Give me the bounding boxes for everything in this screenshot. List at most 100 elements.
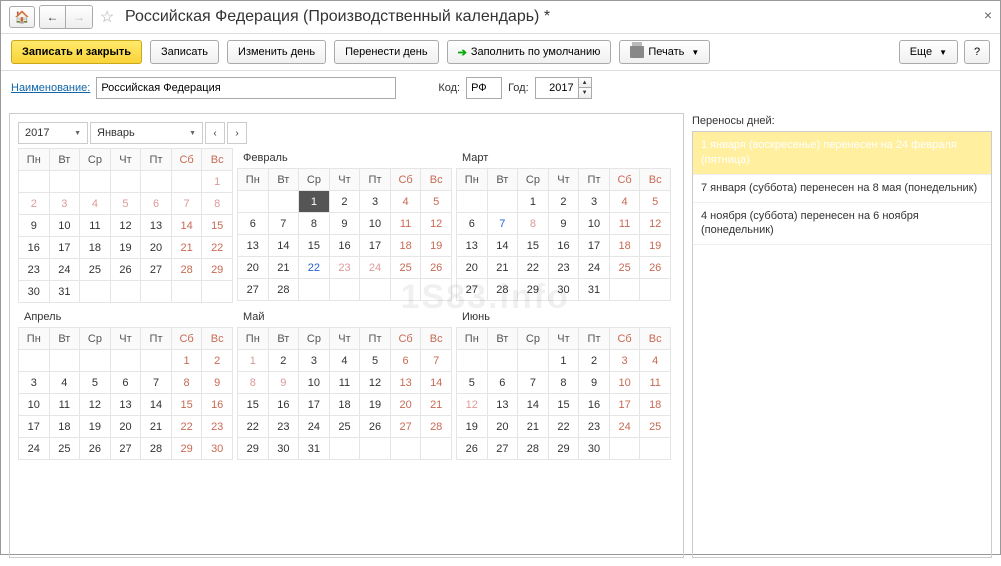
calendar-day[interactable]: 29 <box>238 438 269 460</box>
calendar-day[interactable]: 16 <box>548 235 579 257</box>
calendar-day[interactable]: 26 <box>360 416 391 438</box>
calendar-day[interactable]: 26 <box>80 438 111 460</box>
calendar-day[interactable]: 25 <box>329 416 360 438</box>
calendar-day[interactable]: 28 <box>141 438 172 460</box>
calendar-day[interactable]: 3 <box>299 350 330 372</box>
calendar-day[interactable]: 7 <box>268 213 299 235</box>
calendar-day[interactable]: 14 <box>421 372 452 394</box>
year-down-button[interactable]: ▼ <box>579 88 591 98</box>
calendar-day[interactable]: 27 <box>487 438 518 460</box>
calendar-day[interactable]: 25 <box>80 259 111 281</box>
code-field[interactable] <box>466 77 502 99</box>
calendar-day[interactable]: 1 <box>299 191 330 213</box>
calendar-day[interactable]: 4 <box>329 350 360 372</box>
calendar-day[interactable]: 4 <box>640 350 671 372</box>
calendar-day[interactable]: 6 <box>390 350 421 372</box>
calendar-day[interactable]: 5 <box>640 191 671 213</box>
transfer-item[interactable]: 1 января (воскресенье) перенесен на 24 ф… <box>693 132 991 175</box>
calendar-day[interactable]: 7 <box>518 372 549 394</box>
calendar-day[interactable]: 8 <box>548 372 579 394</box>
calendar-day[interactable]: 29 <box>171 438 202 460</box>
calendar-day[interactable]: 27 <box>110 438 141 460</box>
calendar-day[interactable]: 15 <box>238 394 269 416</box>
calendar-day[interactable]: 24 <box>19 438 50 460</box>
calendar-day[interactable]: 10 <box>49 215 80 237</box>
calendar-day[interactable]: 10 <box>19 394 50 416</box>
calendar-day[interactable]: 8 <box>518 213 549 235</box>
calendar-day[interactable]: 20 <box>457 257 488 279</box>
calendar-day[interactable]: 9 <box>19 215 50 237</box>
calendar-day[interactable]: 24 <box>579 257 610 279</box>
calendar-day[interactable]: 14 <box>518 394 549 416</box>
calendar-day[interactable]: 27 <box>141 259 172 281</box>
calendar-day[interactable]: 30 <box>548 279 579 301</box>
calendar-day[interactable]: 8 <box>238 372 269 394</box>
save-button[interactable]: Записать <box>150 40 219 64</box>
calendar-day[interactable]: 16 <box>579 394 610 416</box>
change-day-button[interactable]: Изменить день <box>227 40 326 64</box>
calendar-day[interactable]: 6 <box>141 193 172 215</box>
calendar-day[interactable]: 5 <box>457 372 488 394</box>
transfer-item[interactable]: 4 ноября (суббота) перенесен на 6 ноября… <box>693 203 991 246</box>
calendar-day[interactable]: 17 <box>609 394 640 416</box>
calendar-day[interactable]: 14 <box>268 235 299 257</box>
calendar-day[interactable]: 19 <box>80 416 111 438</box>
calendar-day[interactable]: 9 <box>268 372 299 394</box>
calendar-day[interactable]: 20 <box>141 237 172 259</box>
calendar-day[interactable]: 3 <box>49 193 80 215</box>
calendar-day[interactable]: 9 <box>202 372 233 394</box>
calendar-day[interactable]: 2 <box>329 191 360 213</box>
calendar-day[interactable]: 28 <box>518 438 549 460</box>
calendar-day[interactable]: 13 <box>110 394 141 416</box>
close-icon[interactable]: × <box>984 7 992 23</box>
calendar-day[interactable]: 5 <box>421 191 452 213</box>
calendar-day[interactable]: 28 <box>487 279 518 301</box>
prev-month-button[interactable]: ‹ <box>205 122 225 144</box>
print-button[interactable]: Печать ▼ <box>619 40 710 64</box>
calendar-day[interactable]: 4 <box>390 191 421 213</box>
calendar-day[interactable]: 21 <box>268 257 299 279</box>
calendar-day[interactable]: 17 <box>299 394 330 416</box>
calendar-day[interactable]: 20 <box>110 416 141 438</box>
calendar-day[interactable]: 29 <box>202 259 233 281</box>
calendar-day[interactable]: 12 <box>360 372 391 394</box>
calendar-day[interactable]: 22 <box>518 257 549 279</box>
calendar-day[interactable]: 1 <box>548 350 579 372</box>
calendar-day[interactable]: 6 <box>110 372 141 394</box>
calendar-day[interactable]: 17 <box>360 235 391 257</box>
calendar-day[interactable]: 22 <box>299 257 330 279</box>
calendar-day[interactable]: 22 <box>171 416 202 438</box>
calendar-day[interactable]: 30 <box>579 438 610 460</box>
calendar-day[interactable]: 20 <box>390 394 421 416</box>
calendar-day[interactable]: 27 <box>457 279 488 301</box>
calendar-day[interactable]: 30 <box>202 438 233 460</box>
calendar-day[interactable]: 16 <box>19 237 50 259</box>
calendar-day[interactable]: 27 <box>390 416 421 438</box>
calendar-day[interactable]: 15 <box>518 235 549 257</box>
calendar-day[interactable]: 7 <box>421 350 452 372</box>
calendar-day[interactable]: 18 <box>390 235 421 257</box>
calendar-day[interactable]: 30 <box>268 438 299 460</box>
calendar-day[interactable]: 11 <box>329 372 360 394</box>
calendar-day[interactable]: 7 <box>141 372 172 394</box>
calendar-day[interactable]: 18 <box>640 394 671 416</box>
calendar-day[interactable]: 31 <box>299 438 330 460</box>
calendar-day[interactable]: 21 <box>171 237 202 259</box>
calendar-day[interactable]: 19 <box>640 235 671 257</box>
calendar-day[interactable]: 2 <box>202 350 233 372</box>
calendar-day[interactable]: 8 <box>171 372 202 394</box>
calendar-day[interactable]: 13 <box>487 394 518 416</box>
calendar-day[interactable]: 18 <box>609 235 640 257</box>
calendar-day[interactable]: 26 <box>110 259 141 281</box>
calendar-day[interactable]: 7 <box>487 213 518 235</box>
calendar-day[interactable]: 23 <box>548 257 579 279</box>
calendar-day[interactable]: 19 <box>110 237 141 259</box>
calendar-day[interactable]: 23 <box>329 257 360 279</box>
calendar-day[interactable]: 15 <box>548 394 579 416</box>
calendar-day[interactable]: 3 <box>19 372 50 394</box>
calendar-day[interactable]: 12 <box>640 213 671 235</box>
calendar-day[interactable]: 2 <box>19 193 50 215</box>
calendar-day[interactable]: 21 <box>518 416 549 438</box>
calendar-day[interactable]: 17 <box>49 237 80 259</box>
calendar-day[interactable]: 9 <box>329 213 360 235</box>
